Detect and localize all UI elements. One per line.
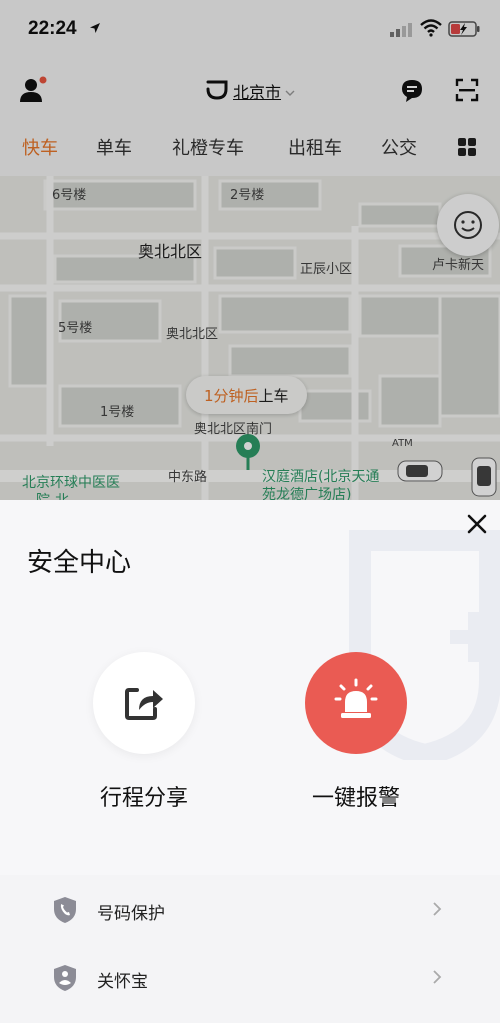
chevron-right-icon xyxy=(432,901,442,921)
home-screen-background: 22:24 北京市 快车 单车 礼橙专车 出租车 公交 6号楼 2号楼 奥北北区… xyxy=(0,0,500,500)
emergency-alarm-button[interactable] xyxy=(305,652,407,754)
list-item-label: 号码保护 xyxy=(97,904,165,924)
list-item-label: 关怀宝 xyxy=(97,972,148,992)
dim-overlay xyxy=(0,0,500,500)
close-icon[interactable] xyxy=(463,510,491,538)
trip-share-button[interactable] xyxy=(93,652,195,754)
trip-share-label: 行程分享 xyxy=(99,786,188,811)
share-icon xyxy=(125,688,163,720)
siren-icon xyxy=(334,678,378,718)
chevron-right-icon xyxy=(432,969,442,989)
emergency-alarm-label: 一键报警 xyxy=(311,786,400,811)
shield-heart-icon xyxy=(52,964,78,996)
safety-center-title: 安全中心 xyxy=(27,548,132,578)
safety-center-sheet: 安全中心 行程分享 一键报警 号码保护 关怀宝 xyxy=(0,500,500,1023)
safety-options-list: 号码保护 关怀宝 xyxy=(0,875,500,1023)
shield-phone-icon xyxy=(52,896,78,928)
list-item-number-protection[interactable]: 号码保护 xyxy=(0,879,500,941)
list-item-care[interactable]: 关怀宝 xyxy=(0,947,500,1009)
